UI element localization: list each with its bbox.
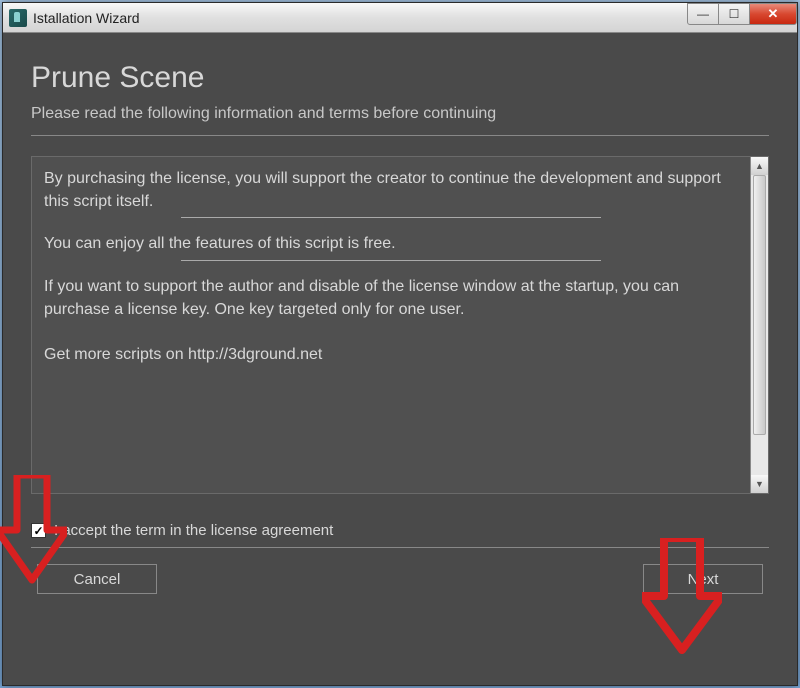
page-subheading: Please read the following information an… [31,105,769,123]
maximize-button[interactable]: ☐ [718,3,750,25]
inner-divider [181,260,601,261]
scroll-up-button[interactable]: ▲ [751,157,768,175]
page-heading: Prune Scene [31,61,769,95]
scroll-thumb[interactable] [753,175,766,435]
divider [31,135,769,136]
next-button[interactable]: Next [643,564,763,594]
scroll-down-button[interactable]: ▼ [751,475,768,493]
divider [31,547,769,548]
accept-label: I accept the term in the license agreeme… [54,522,333,539]
annotation-arrow-right [642,538,722,656]
license-text[interactable]: By purchasing the license, you will supp… [32,157,750,493]
accept-checkbox[interactable]: ✓ [31,523,46,538]
minimize-button[interactable]: — [687,3,719,25]
button-row: Cancel Next [31,564,769,594]
app-icon [9,9,27,27]
inner-divider [181,217,601,218]
cancel-button[interactable]: Cancel [37,564,157,594]
window-controls: — ☐ ✕ [688,3,797,25]
license-p1: By purchasing the license, you will supp… [44,167,738,213]
content-area: Prune Scene Please read the following in… [3,33,797,685]
license-panel: By purchasing the license, you will supp… [31,156,769,494]
license-p4: Get more scripts on http://3dground.net [44,343,738,366]
installer-window: Istallation Wizard — ☐ ✕ Prune Scene Ple… [2,2,798,686]
close-button[interactable]: ✕ [749,3,797,25]
window-title: Istallation Wizard [33,10,140,26]
license-p3: If you want to support the author and di… [44,275,738,321]
accept-row: ✓ I accept the term in the license agree… [31,522,769,539]
license-p2: You can enjoy all the features of this s… [44,232,738,255]
titlebar[interactable]: Istallation Wizard — ☐ ✕ [3,3,797,33]
scrollbar[interactable]: ▲ ▼ [750,157,768,493]
